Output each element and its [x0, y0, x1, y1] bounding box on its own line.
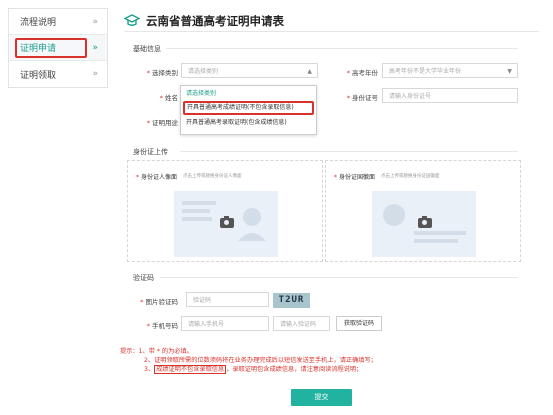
highlight-box [15, 38, 87, 58]
sidebar-item-label: 证明领取 [20, 70, 57, 81]
upload-label: * 身份证人像面 [136, 174, 178, 181]
chevron-up-icon: ▲ [307, 68, 312, 75]
dropdown-option-score[interactable]: 开具普通高考成绩证明(不包含录取信息) [183, 101, 314, 115]
note-highlight: 成绩证明不包含录取信息 [154, 365, 227, 374]
divider [166, 48, 518, 49]
get-code-button[interactable]: 获取验证码 [336, 316, 382, 331]
type-dropdown: 请选择类别 开具普通高考成绩证明(不包含录取信息) 开具普通高考录取证明(包含成… [180, 85, 317, 135]
sidebar-item-collect[interactable]: 证明领取 » [9, 61, 107, 87]
phone-input[interactable]: 请输入手机号 [181, 316, 269, 331]
camera-icon [418, 216, 432, 228]
note-row: 3、 成绩证明不包含录取信息 ，录取证明包含成绩信息，请注意阅读流程说明； [144, 365, 363, 374]
sidebar-item-process[interactable]: 流程说明 » [9, 9, 107, 35]
year-select[interactable]: 高考年份不是大学毕业年份 ▼ [382, 63, 518, 78]
captcha-image[interactable]: T2UR [273, 293, 310, 308]
chevron-right-icon: » [92, 69, 98, 79]
divider [160, 277, 518, 278]
mortarboard-icon [124, 13, 140, 26]
camera-icon [220, 216, 234, 228]
id-back-upload[interactable]: * 身份证国徽面 点击上传或替换身份证国徽面 [325, 160, 521, 262]
chevron-down-icon: ▼ [507, 68, 512, 75]
dropdown-option-admission[interactable]: 开具普通高考录取证明(包含成绩信息) [181, 116, 316, 129]
sidebar: 流程说明 » 证明申请 » 证明领取 » [8, 8, 108, 88]
sidebar-item-label: 流程说明 [20, 18, 57, 28]
type-label: * 选择类别 [146, 69, 178, 77]
sms-code-input[interactable]: 请输入验证码 [273, 316, 330, 331]
section-title-idcard: 身份证上传 [133, 148, 168, 156]
purpose-label: * 证明用途 [146, 119, 178, 127]
chevron-right-icon: » [92, 42, 98, 53]
note-row: 提示：1、带 * 的为必填。 [120, 348, 193, 355]
captcha-input[interactable]: 验证码 [186, 292, 269, 307]
page-title: 云南省普通高考证明申请表 [146, 13, 284, 28]
phone-label: * 手机号码 [146, 322, 178, 330]
section-title-verify: 验证码 [133, 274, 154, 282]
note-row: 2、证明领取所需的位数须码将在业务办理完成后以短信发送至手机上，请正确填写； [144, 357, 377, 364]
id-input[interactable]: 请输入身份证号 [382, 88, 518, 103]
sidebar-item-apply[interactable]: 证明申请 » [9, 35, 107, 61]
submit-button[interactable]: 提交 [291, 389, 352, 406]
divider [180, 151, 518, 152]
upload-hint: 点击上传或替换身份证人像面 [183, 174, 242, 179]
notes: 提示：1、带 * 的为必填。 2、证明领取所需的位数须码将在业务办理完成后以短信… [120, 347, 377, 374]
captcha-label: * 图片验证码 [140, 298, 178, 306]
upload-hint: 点击上传或替换身份证国徽面 [381, 174, 440, 179]
dropdown-option[interactable]: 请选择类别 [181, 87, 316, 100]
id-label: * 身份证号 [346, 94, 378, 102]
chevron-right-icon: » [92, 16, 98, 27]
id-front-upload[interactable]: * 身份证人像面 点击上传或替换身份证人像面 [127, 160, 323, 262]
name-label: * 姓名 [159, 94, 178, 102]
upload-label: * 身份证国徽面 [334, 174, 376, 181]
page-header: 云南省普通高考证明申请表 [124, 10, 539, 32]
type-select[interactable]: 请选择类别 ▲ [181, 63, 318, 78]
year-label: * 高考年份 [346, 69, 378, 77]
section-title-basic: 基础信息 [133, 45, 161, 53]
